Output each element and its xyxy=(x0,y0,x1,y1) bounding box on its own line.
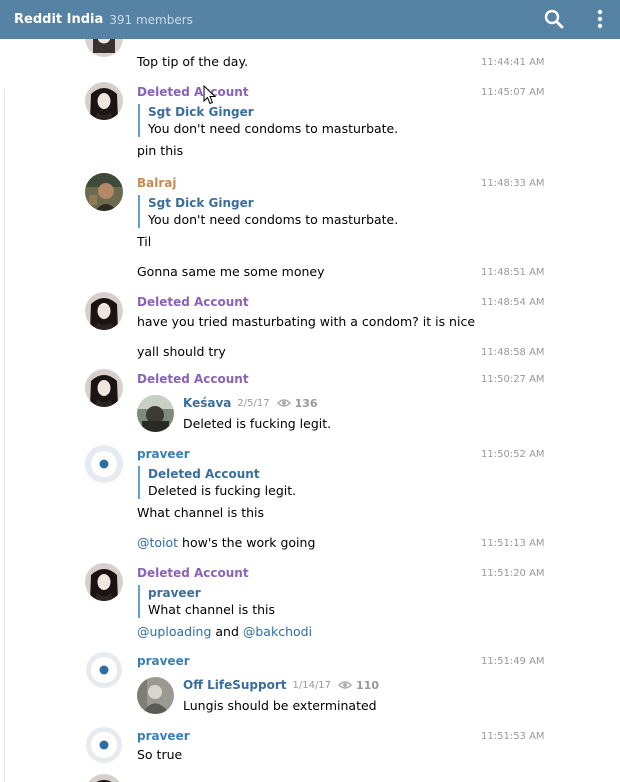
message-time: 11:48:33 AM xyxy=(481,178,545,189)
mouse-cursor-icon xyxy=(203,85,217,105)
message-text-part: how's the work going xyxy=(178,535,316,550)
message-time: 11:44:41 AM xyxy=(481,57,545,68)
eye-icon xyxy=(338,681,353,689)
reply-author: Deleted Account xyxy=(148,467,260,481)
forwarded-text: Lungis should be exterminated xyxy=(183,698,377,713)
reply-quote[interactable]: Sgt Dick Ginger You don't need condoms t… xyxy=(138,195,398,228)
reply-author: Sgt Dick Ginger xyxy=(148,105,254,119)
message-text: So true xyxy=(137,747,183,762)
message-author[interactable]: Balraj xyxy=(137,176,177,190)
message-text: yall should try xyxy=(137,344,226,359)
chat-title[interactable]: Reddit India xyxy=(14,12,103,27)
message-time: 11:48:54 AM xyxy=(481,297,545,308)
reply-text: Deleted is fucking legit. xyxy=(148,483,297,498)
forwarded-text: Deleted is fucking legit. xyxy=(183,416,332,431)
reply-quote[interactable]: praveer What channel is this xyxy=(138,585,275,618)
forwarded-avatar[interactable] xyxy=(137,395,174,432)
reply-quote[interactable]: Deleted Account Deleted is fucking legit… xyxy=(138,466,296,499)
chat-header: Reddit India 391 members xyxy=(0,0,620,39)
message-author[interactable]: Deleted Account xyxy=(137,372,249,386)
message-time: 11:50:52 AM xyxy=(481,449,545,460)
eye-icon xyxy=(276,399,291,407)
message-text: @uploading and @bakchodi xyxy=(137,624,312,640)
message-author[interactable]: praveer xyxy=(137,447,190,461)
forwarded-author[interactable]: Off LifeSupport xyxy=(183,678,286,692)
message-author[interactable]: Deleted Account xyxy=(137,295,249,309)
message-author[interactable]: praveer xyxy=(137,729,190,743)
mention-link[interactable]: @uploading xyxy=(137,624,211,639)
view-count: 110 xyxy=(356,678,380,692)
forwarded-meta: Off LifeSupport 1/14/17 110 xyxy=(183,678,379,692)
message-feed[interactable]: Top tip of the day. 11:44:41 AM Deleted … xyxy=(0,39,620,782)
message-text: have you tried masturbating with a condo… xyxy=(137,314,476,329)
message-text: pin this xyxy=(137,143,184,158)
avatar[interactable] xyxy=(85,774,123,782)
avatar[interactable] xyxy=(85,563,123,601)
reply-text: You don't need condoms to masturbate. xyxy=(148,212,399,227)
forwarded-date: 2/5/17 xyxy=(237,397,270,409)
avatar[interactable] xyxy=(85,651,123,689)
message-time: 11:50:27 AM xyxy=(481,374,545,385)
mention-link[interactable]: @toiot xyxy=(137,535,178,550)
message-time: 11:51:13 AM xyxy=(481,538,545,549)
avatar[interactable] xyxy=(85,292,123,330)
avatar[interactable] xyxy=(85,39,123,57)
message-text-part: and xyxy=(211,624,243,639)
message-author[interactable]: Deleted Account xyxy=(137,566,249,580)
avatar[interactable] xyxy=(85,369,123,407)
member-count[interactable]: 391 members xyxy=(109,13,193,27)
message-text: Gonna same me some money xyxy=(137,264,325,279)
reply-text: You don't need condoms to masturbate. xyxy=(148,121,399,136)
message-text: Top tip of the day. xyxy=(137,54,249,69)
reply-text: What channel is this xyxy=(148,602,276,617)
forwarded-author[interactable]: Keśava xyxy=(183,396,231,410)
message-time: 11:48:51 AM xyxy=(481,267,545,278)
forwarded-meta: Keśava 2/5/17 136 xyxy=(183,396,318,410)
message-time: 11:51:20 AM xyxy=(481,568,545,579)
divider xyxy=(4,89,5,782)
reply-author: Sgt Dick Ginger xyxy=(148,196,254,210)
mention-link[interactable]: @bakchodi xyxy=(243,624,312,639)
message-time: 11:51:49 AM xyxy=(481,656,545,667)
message-text: Til xyxy=(137,234,152,249)
reply-quote[interactable]: Sgt Dick Ginger You don't need condoms t… xyxy=(138,104,398,137)
avatar[interactable] xyxy=(85,173,123,211)
vertical-dots-icon[interactable] xyxy=(591,9,609,29)
avatar[interactable] xyxy=(85,445,123,483)
message-text: What channel is this xyxy=(137,505,265,520)
view-count: 136 xyxy=(294,396,318,410)
forwarded-avatar[interactable] xyxy=(137,677,174,714)
message-author[interactable]: praveer xyxy=(137,654,190,668)
search-icon[interactable] xyxy=(544,9,564,29)
message-author[interactable]: Deleted Account xyxy=(137,85,249,99)
message-time: 11:48:58 AM xyxy=(481,347,545,358)
message-text: @toiot how's the work going xyxy=(137,535,315,551)
avatar[interactable] xyxy=(85,726,123,764)
message-time: 11:51:53 AM xyxy=(481,731,545,742)
forwarded-date: 1/14/17 xyxy=(292,679,332,691)
avatar[interactable] xyxy=(85,82,123,120)
message-time: 11:45:07 AM xyxy=(481,87,545,98)
reply-author: praveer xyxy=(148,586,201,600)
